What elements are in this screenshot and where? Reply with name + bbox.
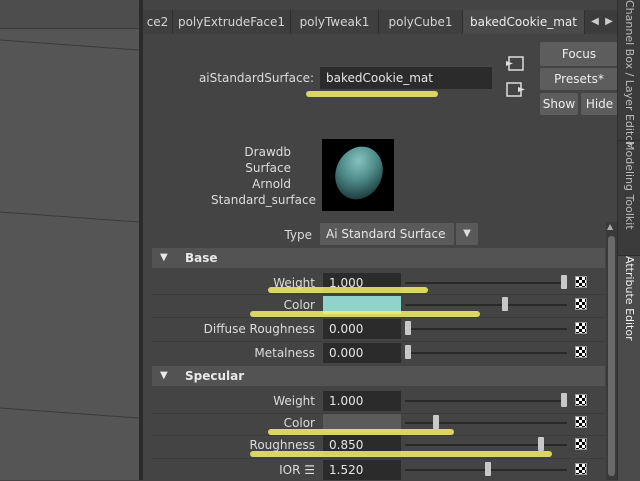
- diffuse-roughness-label: Diffuse Roughness: [203, 322, 315, 336]
- material-swatch[interactable]: [322, 139, 394, 211]
- base-weight-map-icon[interactable]: [575, 276, 587, 288]
- tab-scroll-right-icon[interactable]: ▶: [603, 10, 615, 34]
- specular-color-slider-thumb[interactable]: [433, 415, 439, 429]
- attribute-scrollbar[interactable]: ▲: [606, 222, 617, 480]
- section-base-header[interactable]: ▼ Base: [152, 248, 605, 268]
- metalness-slider-thumb[interactable]: [405, 345, 411, 359]
- specular-roughness-map-icon[interactable]: [575, 438, 587, 450]
- collapse-triangle-icon: ▼: [160, 252, 168, 263]
- diffuse-roughness-field[interactable]: 0.000: [323, 319, 401, 339]
- node-type-label: aiStandardSurface:: [198, 71, 314, 85]
- focus-button[interactable]: Focus: [540, 42, 618, 66]
- ior-slider-thumb[interactable]: [485, 462, 491, 476]
- swatch-info-line: Standard_surface: [211, 193, 316, 207]
- base-color-slider[interactable]: [405, 304, 567, 306]
- side-tab-channel-box[interactable]: Channel Box / Layer Editor: [618, 0, 640, 147]
- type-label: Type: [284, 228, 312, 242]
- section-title: Base: [185, 251, 218, 265]
- type-dropdown[interactable]: Ai Standard Surface: [320, 223, 454, 245]
- specular-weight-field[interactable]: 1.000: [323, 391, 401, 411]
- row-divider: [152, 317, 605, 318]
- side-panel-tabs: Channel Box / Layer Editor Modeling Tool…: [617, 0, 640, 481]
- specular-weight-slider-thumb[interactable]: [561, 393, 567, 407]
- input-connections-icon[interactable]: [506, 55, 526, 73]
- specular-weight-map-icon[interactable]: [575, 394, 587, 406]
- specular-weight-label: Weight: [273, 394, 315, 408]
- chevron-down-icon[interactable]: ▼: [456, 223, 478, 245]
- side-tab-label: Channel Box / Layer Editor: [623, 0, 636, 147]
- side-tab-label: Modeling Toolkit: [623, 141, 636, 230]
- diffuse-roughness-slider-thumb[interactable]: [405, 321, 411, 335]
- metalness-field[interactable]: 0.000: [323, 343, 401, 363]
- base-weight-slider[interactable]: [405, 282, 567, 284]
- metalness-slider[interactable]: [405, 352, 567, 354]
- presets-button[interactable]: Presets*: [540, 68, 618, 90]
- diffuse-roughness-slider[interactable]: [405, 328, 567, 330]
- output-connections-icon[interactable]: [506, 81, 526, 99]
- annotation-highlight: [250, 451, 552, 457]
- annotation-highlight: [268, 287, 428, 293]
- section-specular-header[interactable]: ▼ Specular: [152, 366, 605, 386]
- show-button[interactable]: Show: [540, 93, 578, 115]
- specular-color-label: Color: [283, 416, 315, 430]
- section-title: Specular: [185, 369, 245, 383]
- swatch-info-line: Drawdb: [244, 145, 291, 159]
- diffuse-roughness-map-icon[interactable]: [575, 322, 587, 334]
- side-tab-label: Attribute Editor: [623, 256, 636, 341]
- row-divider: [152, 341, 605, 342]
- tab-polytweak1[interactable]: polyTweak1: [291, 10, 379, 34]
- viewport[interactable]: [0, 0, 139, 480]
- hide-button[interactable]: Hide: [581, 93, 618, 115]
- specular-roughness-label: Roughness: [249, 438, 315, 452]
- base-color-map-icon[interactable]: [575, 298, 587, 310]
- tab-bakedcookie-mat[interactable]: bakedCookie_mat: [463, 10, 585, 34]
- ior-label: IOR ☰: [279, 463, 315, 477]
- base-weight-slider-thumb[interactable]: [561, 275, 567, 289]
- annotation-highlight: [306, 91, 438, 97]
- metalness-label: Metalness: [254, 346, 315, 360]
- tab-polyextrudeface1[interactable]: polyExtrudeFace1: [173, 10, 291, 34]
- specular-roughness-slider-thumb[interactable]: [538, 437, 544, 451]
- collapse-triangle-icon: ▼: [160, 370, 168, 381]
- swatch-info-line: Surface: [245, 161, 291, 175]
- row-divider: [152, 458, 605, 459]
- viewport-grid: [0, 39, 139, 419]
- side-tab-attribute-editor[interactable]: Attribute Editor: [618, 255, 640, 481]
- swatch-info-line: Arnold: [252, 177, 291, 191]
- specular-color-map-icon[interactable]: [575, 416, 587, 428]
- node-name-field[interactable]: bakedCookie_mat: [320, 67, 492, 89]
- tab-scroll-left-icon[interactable]: ◀: [589, 10, 601, 34]
- base-color-slider-thumb[interactable]: [502, 297, 508, 311]
- tab-ce2[interactable]: ce2: [143, 10, 173, 34]
- scrollbar-thumb[interactable]: [608, 236, 615, 476]
- material-preview-sphere: [335, 146, 383, 200]
- specular-color-slider[interactable]: [405, 422, 567, 424]
- node-tab-bar: ce2 polyExtrudeFace1 polyTweak1 polyCube…: [143, 10, 617, 34]
- specular-weight-slider[interactable]: [405, 400, 567, 402]
- row-divider: [152, 294, 605, 295]
- ior-map-icon[interactable]: [575, 463, 587, 475]
- tab-polycube1[interactable]: polyCube1: [379, 10, 463, 34]
- side-tab-modeling-toolkit[interactable]: Modeling Toolkit: [618, 140, 640, 249]
- base-color-label: Color: [283, 298, 315, 312]
- metalness-map-icon[interactable]: [575, 346, 587, 358]
- scroll-up-icon[interactable]: ▲: [607, 222, 613, 231]
- ior-field[interactable]: 1.520: [323, 460, 401, 480]
